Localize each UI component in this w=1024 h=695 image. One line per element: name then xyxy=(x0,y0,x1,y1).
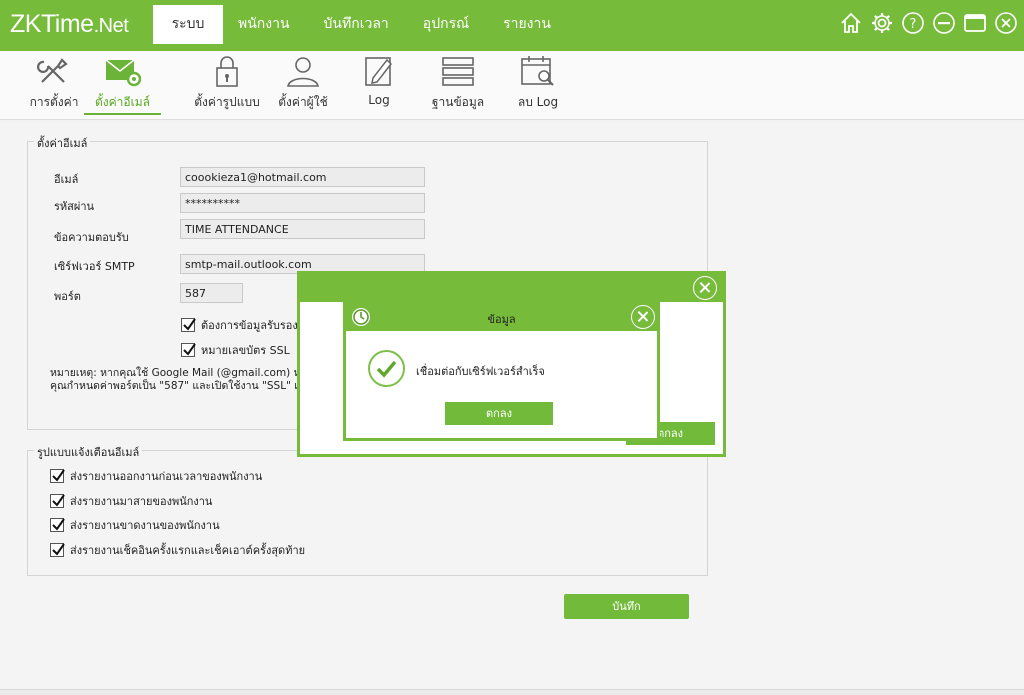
outer-dialog-close-icon[interactable] xyxy=(693,276,717,300)
toolbar-user-settings[interactable]: ตั้งค่าผู้ใช้ xyxy=(270,51,336,115)
checkbox-checked-icon xyxy=(50,469,65,483)
nav-attendance[interactable]: บันทึกเวลา xyxy=(307,5,406,44)
app-logo: ZKTime.Net xyxy=(10,10,129,38)
checkbox-checked-icon xyxy=(181,343,196,357)
ssl-checkbox[interactable]: หมายเลขบัตร SSL xyxy=(181,341,290,359)
auth-checkbox[interactable]: ต้องการข้อมูลรับรอง xyxy=(181,316,298,334)
maximize-icon[interactable] xyxy=(963,11,987,35)
notification-legend: รูปแบบแจ้งเตือนอีเมล์ xyxy=(34,443,143,461)
main-nav: ระบบ พนักงาน บันทึกเวลา อุปกรณ์ รายงาน xyxy=(153,5,568,44)
info-dialog-header: ข้อมูล xyxy=(346,304,657,331)
checkbox-checked-icon xyxy=(50,543,65,557)
close-icon[interactable] xyxy=(994,11,1018,35)
outer-dialog-header xyxy=(300,274,723,302)
toolbar-email-settings[interactable]: ตั้งค่าอีเมล์ xyxy=(84,51,161,115)
info-dialog-message: เชื่อมต่อกับเซิร์ฟเวอร์สำเร็จ xyxy=(416,365,545,378)
port-input[interactable] xyxy=(180,283,243,303)
toolbar-database[interactable]: ฐานข้อมูล xyxy=(428,51,488,115)
email-input[interactable] xyxy=(180,167,425,187)
reply-text-label: ข้อความตอบรับ xyxy=(54,231,129,244)
svg-text:?: ? xyxy=(910,17,917,32)
checkbox-checked-icon xyxy=(50,494,65,508)
notify-early-leave-checkbox[interactable]: ส่งรายงานออกงานก่อนเวลาของพนักงาน xyxy=(50,467,262,485)
info-dialog-title: ข้อมูล xyxy=(487,313,516,326)
port-label: พอร์ต xyxy=(54,290,81,303)
note-line-2: คุณกำหนดค่าพอร์ตเป็น "587" และเปิดใช้งาน… xyxy=(50,380,305,392)
notify-first-last-checkbox[interactable]: ส่งรายงานเช็คอินครั้งแรกและเช็คเอาต์ครั้… xyxy=(50,541,305,559)
checkbox-checked-icon xyxy=(50,518,65,532)
email-settings-legend: ตั้งค่าอีเมล์ xyxy=(34,134,91,152)
toolbar-settings[interactable]: การตั้งค่า xyxy=(14,51,94,115)
smtp-server-label: เซิร์ฟเวอร์ SMTP xyxy=(54,260,135,273)
top-bar: ZKTime.Net ระบบ พนักงาน บันทึกเวลา อุปกร… xyxy=(0,0,1024,51)
save-button[interactable]: บันทึก xyxy=(564,594,689,619)
user-icon xyxy=(287,57,319,87)
minimize-icon[interactable] xyxy=(932,11,956,35)
info-dialog: ข้อมูล เชื่อมต่อกับเซิร์ฟเวอร์สำเร็จ ตกล… xyxy=(343,301,660,441)
nav-system[interactable]: ระบบ xyxy=(153,5,223,44)
lock-icon xyxy=(216,56,238,87)
log-icon xyxy=(365,57,392,86)
status-bar xyxy=(0,689,1024,695)
delete-log-icon xyxy=(521,56,554,86)
password-input[interactable] xyxy=(180,193,425,213)
info-dialog-close-icon[interactable] xyxy=(631,305,655,329)
note-line-1: หมายเหตุ: หากคุณใช้ Google Mail (@gmail.… xyxy=(50,367,313,379)
email-label: อีเมล์ xyxy=(54,173,79,186)
toolbar-log[interactable]: Log xyxy=(360,51,398,115)
help-icon[interactable]: ? xyxy=(901,11,925,35)
tools-icon xyxy=(37,58,68,83)
home-icon[interactable] xyxy=(839,11,863,35)
nav-employee[interactable]: พนักงาน xyxy=(223,5,307,44)
toolbar-format-settings[interactable]: ตั้งค่ารูปแบบ xyxy=(178,51,276,115)
info-dialog-ok-button[interactable]: ตกลง xyxy=(445,402,553,425)
password-label: รหัสผ่าน xyxy=(54,200,95,213)
checkbox-checked-icon xyxy=(181,318,196,332)
reply-text-input[interactable] xyxy=(180,219,425,239)
gear-icon[interactable] xyxy=(870,11,894,35)
email-settings-icon xyxy=(105,59,141,87)
notify-late-checkbox[interactable]: ส่งรายงานมาสายของพนักงาน xyxy=(50,492,212,510)
database-icon xyxy=(442,57,474,86)
nav-report[interactable]: รายงาน xyxy=(486,5,568,44)
success-check-icon xyxy=(368,350,405,387)
window-controls: ? xyxy=(839,11,1018,35)
toolbar: การตั้งค่า ตั้งค่าอีเมล์ ตั้งค่ารูปแบบ ต… xyxy=(0,51,1024,120)
toolbar-delete-log[interactable]: ลบ Log xyxy=(512,51,564,115)
notify-absent-checkbox[interactable]: ส่งรายงานขาดงานของพนักงาน xyxy=(50,516,220,534)
nav-device[interactable]: อุปกรณ์ xyxy=(406,5,486,44)
